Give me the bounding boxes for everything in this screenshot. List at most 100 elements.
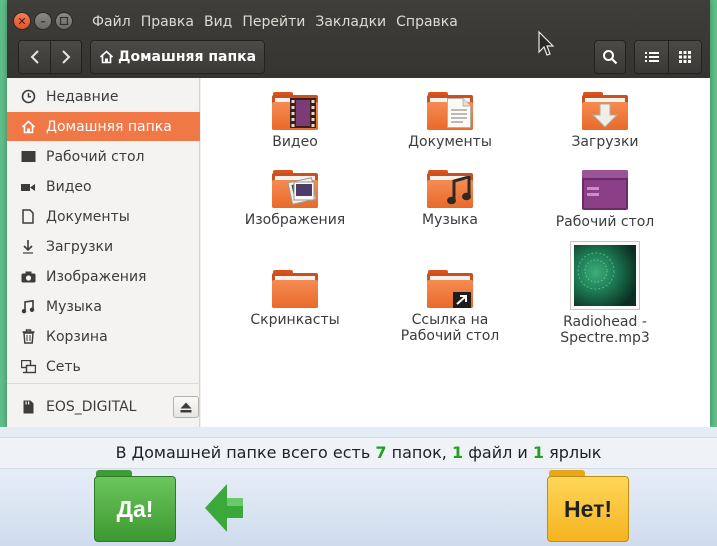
sidebar-item-recent[interactable]: Недавние [7, 82, 200, 111]
file-view: Видео Документы Загрузки Изображения Муз… [201, 78, 710, 427]
menu-view[interactable]: Вид [199, 12, 237, 32]
picture-icon [287, 177, 316, 205]
yes-label: Да! [94, 476, 176, 542]
file-label: Документы [408, 134, 492, 150]
file-label: Видео [272, 134, 318, 150]
file-item-music[interactable]: Музыка [385, 170, 515, 228]
window-controls: ✕ – [13, 12, 73, 30]
path-label: Домашняя папка [118, 49, 257, 65]
folders-word: папок, [391, 443, 447, 462]
document-icon [447, 98, 471, 128]
sidebar-item-label: Домашняя папка [46, 118, 172, 135]
file-label: Загрузки [571, 134, 639, 150]
search-icon [603, 50, 618, 65]
forward-button[interactable] [50, 41, 81, 73]
sidebar-item-documents[interactable]: Документы [7, 202, 200, 231]
file-label: Рабочий стол [555, 214, 655, 230]
sidebar-item-home[interactable]: Домашняя папка [7, 112, 200, 141]
sidebar-item-label: Рабочий стол [46, 148, 145, 165]
album-art-thumbnail [570, 241, 640, 310]
film-icon [290, 98, 316, 128]
folder-icon [272, 270, 318, 308]
sidebar-item-label: Недавние [46, 88, 119, 105]
sidebar-item-label: Сеть [46, 358, 81, 375]
maximize-icon [60, 17, 68, 25]
file-label: Музыка [422, 212, 478, 228]
menu-bookmarks[interactable]: Закладки [310, 12, 391, 32]
file-label: Ссылка на Рабочий стол [400, 312, 500, 344]
file-manager-window: ✕ – Файл Правка Вид Перейти Закладки Спр… [7, 0, 710, 427]
menu-help[interactable]: Справка [391, 12, 463, 32]
menu-edit[interactable]: Правка [136, 12, 199, 32]
sidebar-divider [7, 383, 200, 384]
folder-icon [272, 170, 318, 208]
sidebar-item-desktop[interactable]: Рабочий стол [7, 142, 200, 171]
chevron-right-icon [62, 50, 71, 64]
home-icon [99, 50, 114, 64]
mouse-cursor-icon [538, 30, 555, 56]
minimize-window-button[interactable]: – [34, 12, 52, 30]
no-label: Нет! [547, 476, 629, 542]
quiz-question: В Домашней папке всего есть 7 папок, 1 ф… [0, 437, 717, 469]
sidebar-item-label: Документы [46, 208, 130, 225]
file-item-audio[interactable]: Radiohead - Spectre.mp3 [540, 241, 670, 346]
eject-icon [180, 402, 192, 412]
chevron-left-icon [30, 50, 39, 64]
menu-file[interactable]: Файл [87, 12, 136, 32]
path-home-button[interactable]: Домашняя папка [90, 40, 266, 74]
file-item-desktop[interactable]: Рабочий стол [540, 170, 670, 230]
arrow-left-icon [205, 484, 243, 532]
yes-button[interactable]: Да! [94, 470, 176, 542]
link-arrow-icon [453, 292, 471, 308]
grid-view-button[interactable] [668, 41, 701, 73]
file-label: Radiohead - Spectre.mp3 [560, 314, 650, 346]
file-item-desktop-link[interactable]: Ссылка на Рабочий стол [385, 270, 515, 344]
music-note-icon [447, 176, 471, 205]
view-switcher [634, 40, 702, 74]
folder-icon [582, 92, 628, 130]
music-icon [20, 299, 36, 315]
clock-icon [20, 89, 36, 105]
sidebar-item-device[interactable]: EOS_DIGITAL [7, 392, 200, 421]
sidebar-item-downloads[interactable]: Загрузки [7, 232, 200, 261]
sidebar-item-videos[interactable]: Видео [7, 172, 200, 201]
file-label: Скринкасты [250, 312, 340, 328]
history-buttons [18, 40, 82, 74]
trash-icon [20, 329, 36, 345]
file-item-documents[interactable]: Документы [385, 92, 515, 150]
file-label: Изображения [244, 212, 346, 228]
file-item-pictures[interactable]: Изображения [230, 170, 360, 228]
grid-icon [679, 51, 691, 63]
network-icon [20, 359, 36, 375]
file-item-downloads[interactable]: Загрузки [540, 92, 670, 150]
folder-icon [427, 270, 473, 308]
maximize-window-button[interactable] [55, 12, 73, 30]
home-icon [20, 119, 36, 135]
sidebar-item-network[interactable]: Сеть [7, 352, 200, 381]
search-button[interactable] [594, 40, 626, 74]
desktop-icon [20, 149, 36, 165]
links-count: 1 [532, 443, 545, 462]
question-prefix: В Домашней папке всего есть [115, 443, 371, 462]
list-view-button[interactable] [635, 41, 668, 73]
sidebar-item-trash[interactable]: Корзина [7, 322, 200, 351]
file-item-videos[interactable]: Видео [230, 92, 360, 150]
links-word: ярлык [549, 443, 602, 462]
sidebar-item-label: Изображения [46, 268, 147, 285]
eject-button[interactable] [173, 396, 199, 418]
folder-icon [427, 92, 473, 130]
back-button[interactable] [19, 41, 50, 73]
video-icon [20, 179, 36, 195]
menu-bar: Файл Правка Вид Перейти Закладки Справка [87, 12, 463, 32]
sidebar-item-pictures[interactable]: Изображения [7, 262, 200, 291]
sidebar-item-label: Видео [46, 178, 92, 195]
menu-go[interactable]: Перейти [237, 12, 310, 32]
file-item-screencasts[interactable]: Скринкасты [230, 270, 360, 328]
close-window-button[interactable]: ✕ [13, 12, 31, 30]
download-arrow-icon [592, 104, 618, 128]
sidebar-item-music[interactable]: Музыка [7, 292, 200, 321]
folders-count: 7 [375, 443, 387, 462]
sidebar-item-label: Корзина [46, 328, 108, 345]
no-button[interactable]: Нет! [547, 470, 629, 542]
camera-icon [20, 269, 36, 285]
